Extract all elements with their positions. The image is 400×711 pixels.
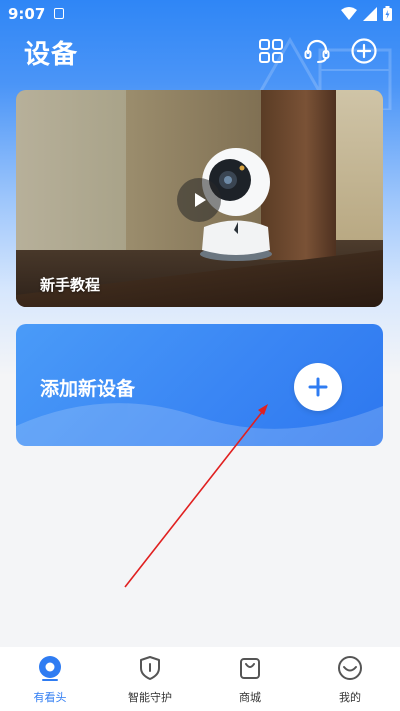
tutorial-video-card[interactable]: 新手教程 <box>16 90 383 307</box>
nav-label-guard: 智能守护 <box>128 691 172 704</box>
nav-item-guard[interactable]: 智能守护 <box>100 647 200 711</box>
nav-item-shop[interactable]: 商城 <box>200 647 300 711</box>
nav-item-home[interactable]: 有看头 <box>0 647 100 711</box>
notification-app-icon <box>54 8 64 19</box>
play-icon <box>195 193 206 207</box>
bottom-navigation: 有看头 智能守护 商城 我的 <box>0 647 400 711</box>
add-device-label: 添加新设备 <box>40 378 136 400</box>
status-time: 9:07 <box>8 5 46 23</box>
shopping-bag-icon <box>237 655 263 681</box>
shield-icon <box>137 655 163 681</box>
headset-icon[interactable] <box>302 36 332 66</box>
nav-label-home: 有看头 <box>33 691 67 704</box>
signal-icon <box>363 6 377 21</box>
add-circle-icon[interactable] <box>349 36 379 66</box>
profile-face-icon <box>337 655 363 681</box>
home-eye-icon <box>37 655 63 681</box>
add-device-card[interactable]: 添加新设备 <box>16 324 383 446</box>
nav-item-profile[interactable]: 我的 <box>300 647 400 711</box>
add-device-button[interactable] <box>294 363 342 411</box>
nav-label-shop: 商城 <box>239 691 261 704</box>
play-button[interactable] <box>177 178 221 222</box>
page-title: 设备 <box>24 40 79 70</box>
grid-icon[interactable] <box>256 36 286 66</box>
status-right-icons <box>341 6 392 21</box>
battery-icon <box>383 6 392 21</box>
status-bar: 9:07 <box>0 0 400 28</box>
tutorial-label: 新手教程 <box>40 276 101 294</box>
video-background-window <box>336 90 383 240</box>
plus-icon <box>308 377 328 397</box>
video-background-wall <box>16 90 126 250</box>
nav-label-profile: 我的 <box>339 691 361 704</box>
wifi-icon <box>341 6 357 20</box>
